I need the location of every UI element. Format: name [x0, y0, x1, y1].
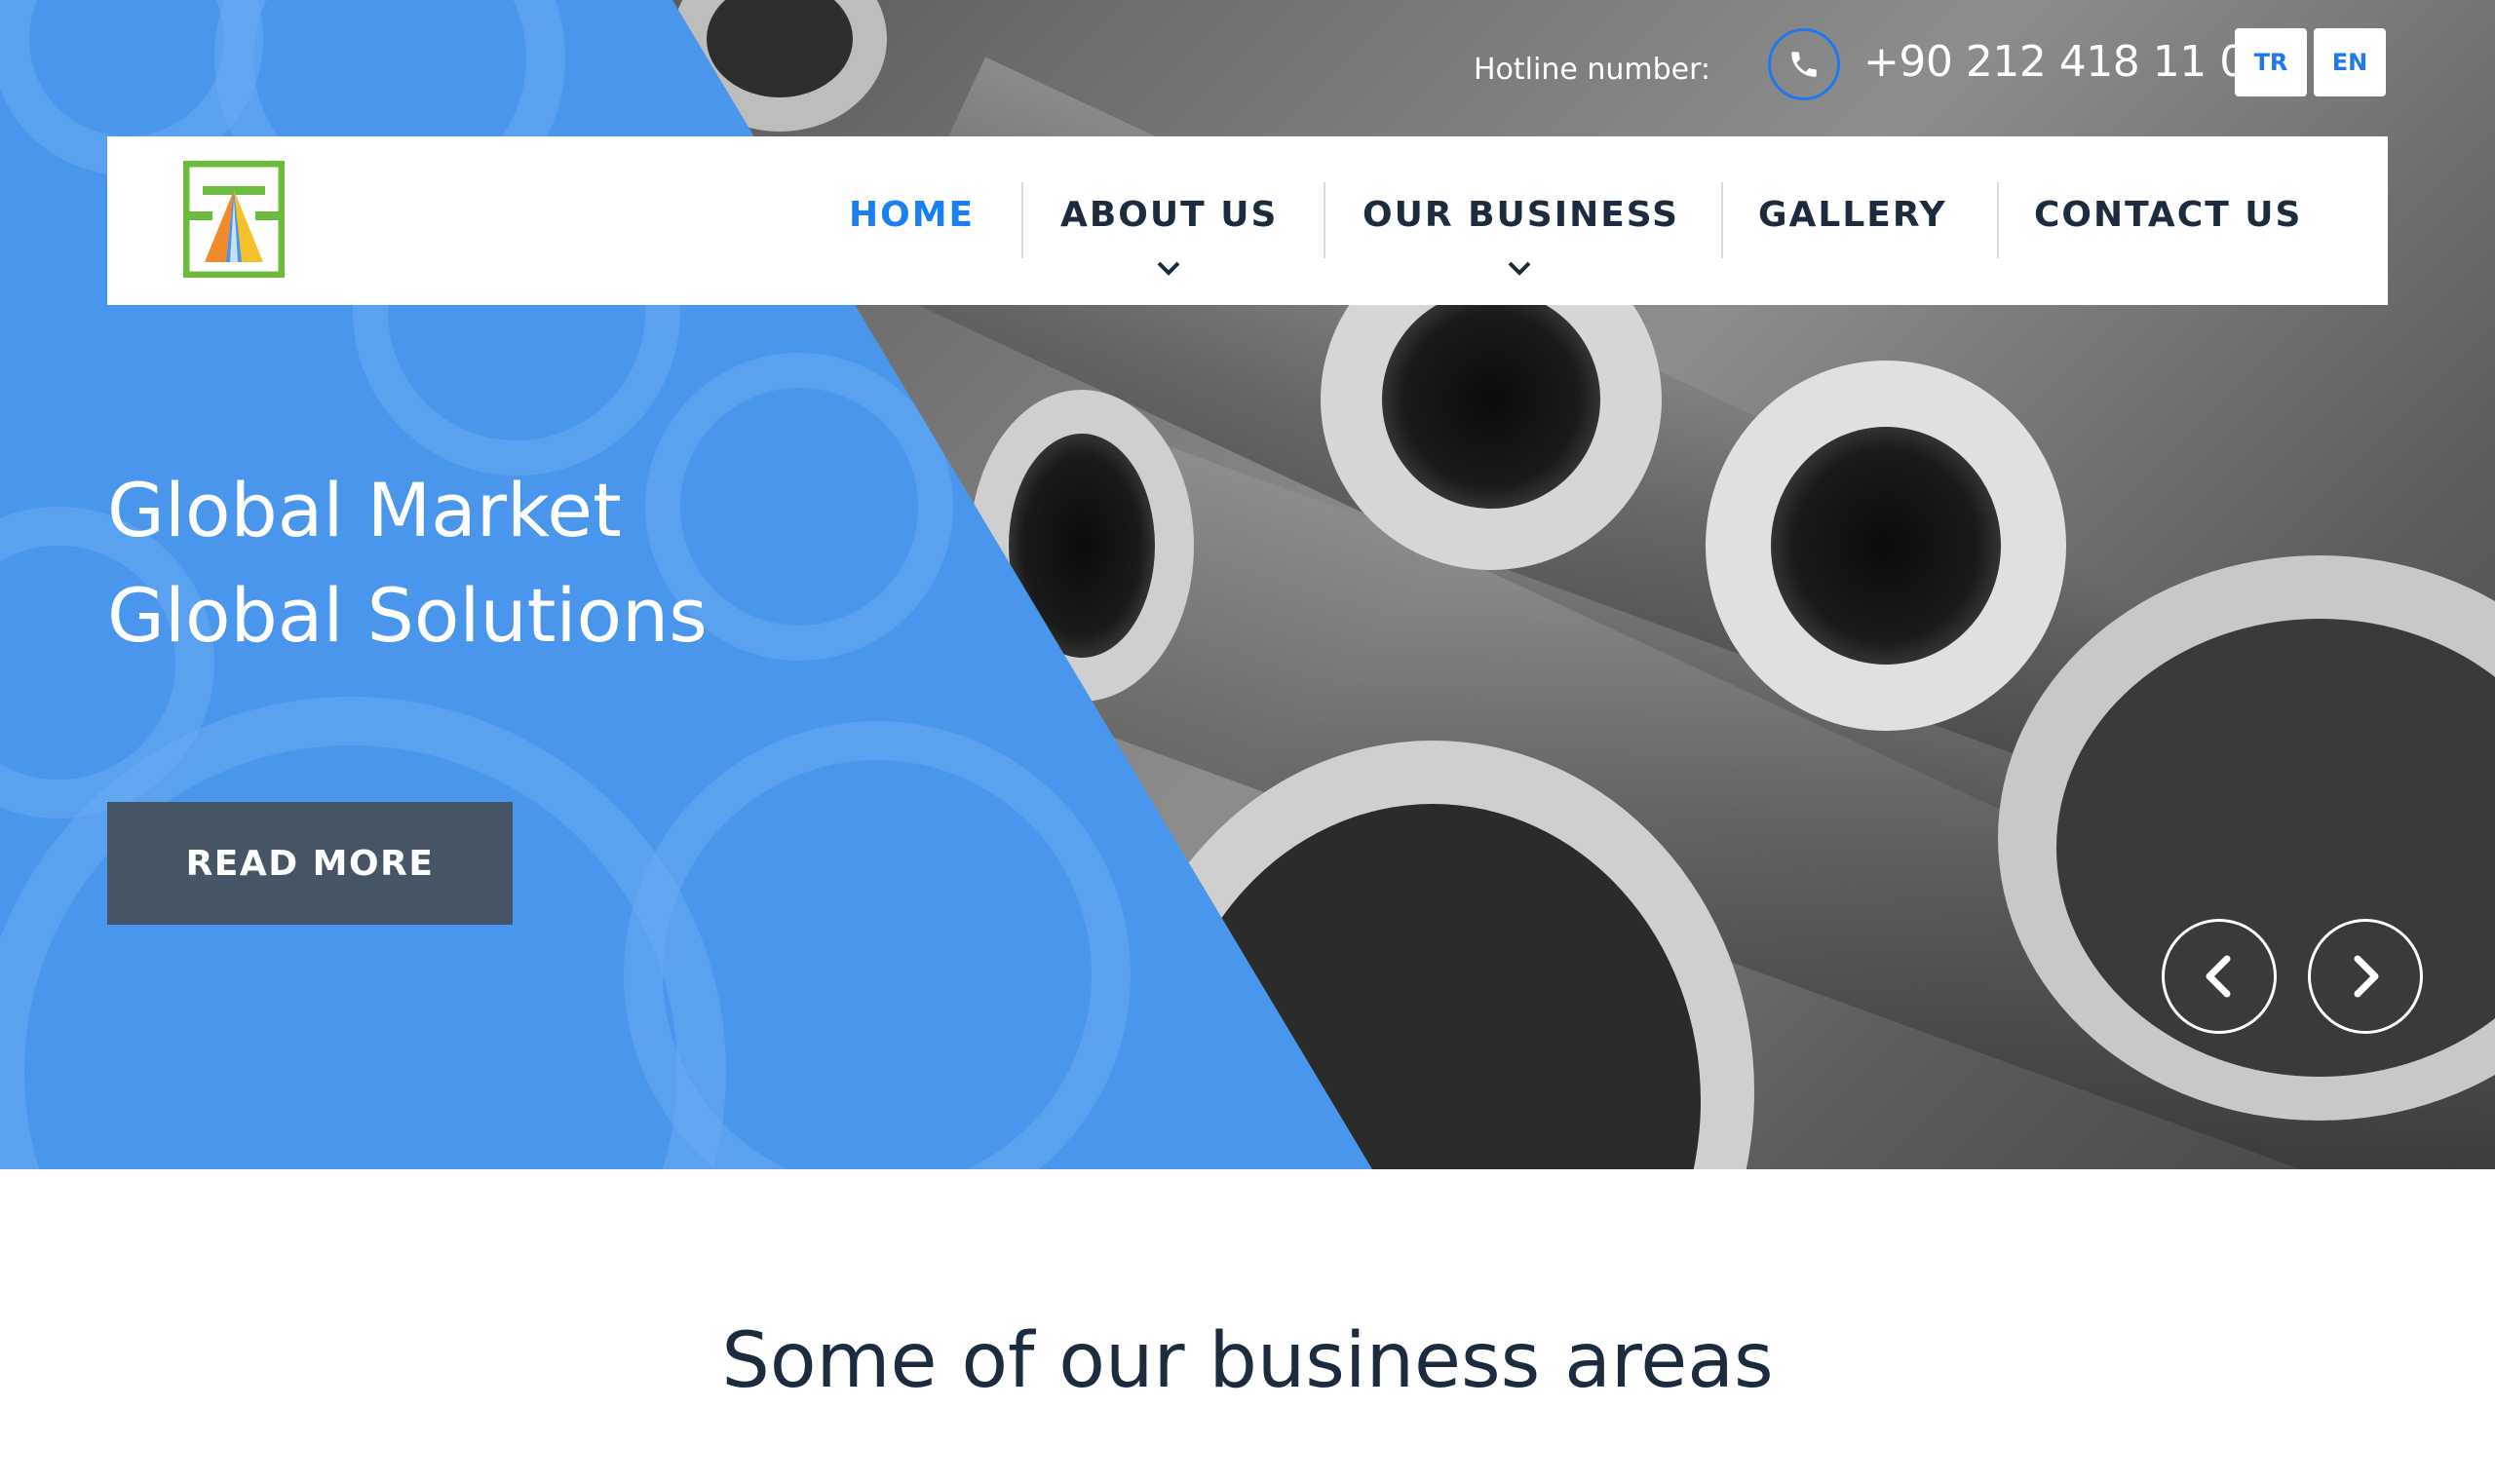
main-navigation: HOME ABOUT US OUR BUSINESS GALLERY CONTA… — [107, 136, 2388, 305]
hero-title-line2: Global Solutions — [107, 572, 708, 659]
nav-divider — [1721, 182, 1723, 258]
chevron-down-icon[interactable] — [1507, 259, 1532, 277]
chevron-down-icon[interactable] — [1156, 259, 1181, 277]
slider-next-button[interactable] — [2308, 919, 2423, 1034]
phone-number-link[interactable]: +90 212 418 11 00 — [1863, 37, 2274, 87]
hero-title: Global Market Global Solutions — [107, 458, 708, 668]
nav-home[interactable]: HOME — [849, 195, 975, 235]
nav-divider — [1997, 182, 1999, 258]
nav-gallery[interactable]: GALLERY — [1758, 195, 1947, 235]
read-more-button[interactable]: READ MORE — [107, 802, 513, 925]
nav-our-business[interactable]: OUR BUSINESS — [1363, 195, 1679, 235]
phone-icon[interactable] — [1768, 28, 1840, 100]
nav-divider — [1324, 182, 1325, 258]
language-tr-button[interactable]: TR — [2235, 28, 2307, 96]
nav-divider — [1021, 182, 1023, 258]
nav-contact-us[interactable]: CONTACT US — [2034, 195, 2302, 235]
chevron-left-icon — [2206, 955, 2231, 998]
nav-about-us[interactable]: ABOUT US — [1060, 195, 1278, 235]
company-logo[interactable] — [183, 161, 285, 278]
slider-prev-button[interactable] — [2162, 919, 2277, 1034]
hero-title-line1: Global Market — [107, 467, 622, 553]
language-en-button[interactable]: EN — [2314, 28, 2386, 96]
hotline-label: Hotline number: — [1474, 53, 1711, 87]
section-title: Some of our business areas — [721, 1317, 1774, 1405]
chevron-right-icon — [2354, 955, 2379, 998]
